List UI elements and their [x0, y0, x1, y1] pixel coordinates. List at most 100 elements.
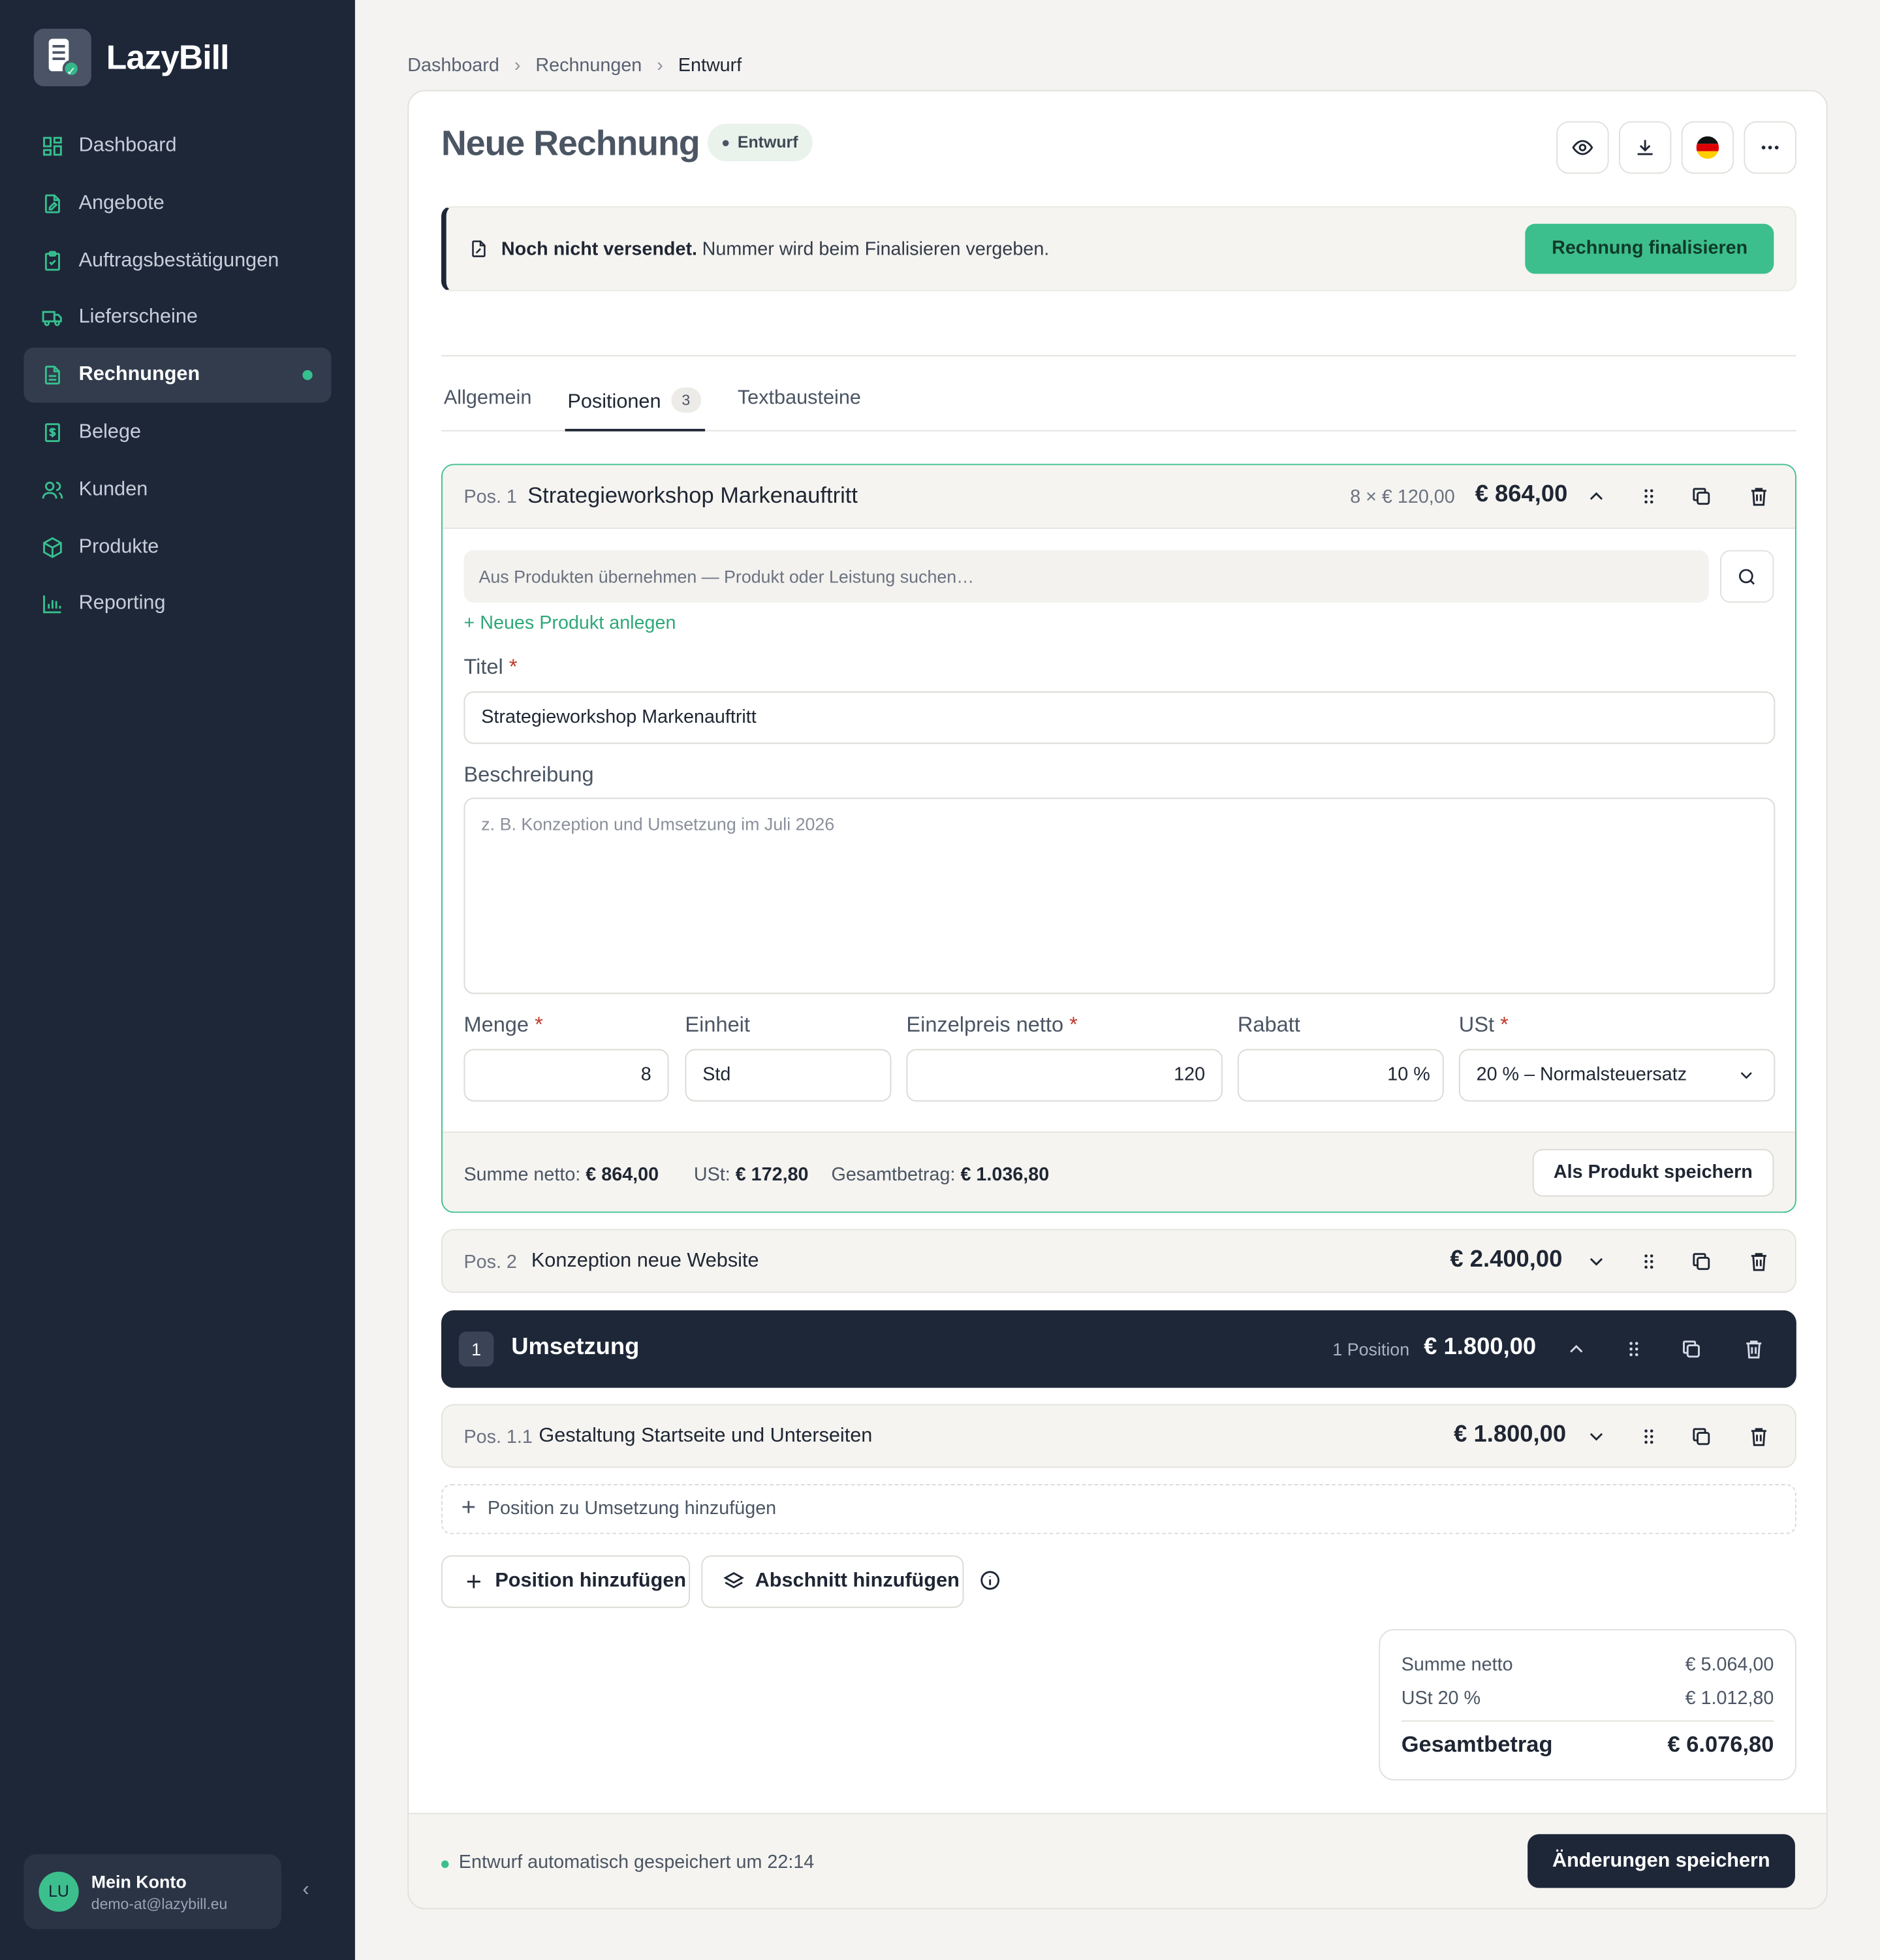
add-position-button[interactable]: Position hinzufügen	[441, 1555, 691, 1608]
chevron-right-icon: ›	[657, 55, 663, 76]
tab-allgemein[interactable]: Allgemein	[444, 388, 532, 432]
language-button[interactable]	[1681, 121, 1734, 174]
sidebar-item-auftragsbestaetigungen[interactable]: Auftragsbestätigungen	[24, 233, 331, 288]
sidebar-item-kunden[interactable]: Kunden	[24, 462, 331, 517]
position-number: Pos. 1	[463, 486, 517, 508]
breadcrumb-current: Entwurf	[678, 55, 742, 76]
duplicate-icon[interactable]	[1679, 1336, 1704, 1361]
chevron-up-icon[interactable]	[1564, 1336, 1589, 1361]
file-draft-icon	[469, 239, 501, 259]
truck-icon	[41, 307, 63, 329]
chevron-down-icon[interactable]	[1584, 1249, 1608, 1274]
sidebar-item-belege[interactable]: Belege	[24, 405, 331, 460]
position-item[interactable]: Pos. 1.1 Gestaltung Startseite und Unter…	[441, 1404, 1796, 1468]
divider	[1401, 1720, 1774, 1722]
grid-icon	[41, 135, 63, 157]
sidebar-item-lieferscheine[interactable]: Lieferscheine	[24, 291, 331, 345]
more-button[interactable]	[1744, 121, 1796, 174]
position-title: Strategieworkshop Markenauftritt	[527, 482, 858, 508]
position-title: Gestaltung Startseite und Unterseiten	[539, 1425, 873, 1447]
quantity-input[interactable]: 8	[463, 1049, 669, 1102]
product-search-input[interactable]: Aus Produkten übernehmen — Produkt oder …	[463, 550, 1709, 603]
trash-icon[interactable]	[1746, 484, 1771, 509]
plus-icon: +	[463, 612, 480, 634]
brand[interactable]: ✓ LazyBill	[33, 29, 229, 87]
required-marker: *	[509, 655, 518, 679]
drag-handle-icon[interactable]	[1622, 1336, 1646, 1361]
tab-count-badge: 3	[670, 387, 701, 413]
position-amount: € 2.400,00	[1450, 1246, 1563, 1273]
sidebar-item-angebote[interactable]: Angebote	[24, 176, 331, 231]
save-changes-button[interactable]: Änderungen speichern	[1527, 1834, 1795, 1888]
sidebar-item-label: Auftragsbestätigungen	[78, 249, 279, 271]
totals-value: € 6.076,80	[1667, 1731, 1774, 1757]
sidebar-item-produkte[interactable]: Produkte	[24, 520, 331, 575]
chevron-up-icon[interactable]	[1584, 484, 1608, 509]
sidebar-item-label: Dashboard	[78, 134, 177, 157]
sum-netto: Summe netto: € 864,00	[463, 1164, 659, 1186]
position-header[interactable]: Pos. 1 Strategieworkshop Markenauftritt …	[442, 465, 1795, 530]
collapse-sidebar-icon[interactable]: ‹	[302, 1879, 309, 1901]
add-position-to-section-button[interactable]: Position zu Umsetzung hinzufügen	[441, 1484, 1796, 1534]
breadcrumb-dashboard[interactable]: Dashboard	[407, 55, 499, 76]
new-product-link[interactable]: + Neues Produkt anlegen	[463, 612, 676, 634]
eye-icon	[1571, 136, 1593, 159]
tabs: Allgemein Positionen 3 Textbausteine	[441, 383, 1796, 432]
add-section-button[interactable]: Abschnitt hinzufügen	[701, 1555, 964, 1608]
title-input[interactable]: Strategieworkshop Markenauftritt	[463, 691, 1776, 744]
vat-select[interactable]: 20 % – Normalsteuersatz	[1458, 1049, 1776, 1102]
german-flag-icon	[1696, 136, 1719, 159]
drag-handle-icon[interactable]	[1637, 1424, 1661, 1449]
sum-value: € 864,00	[586, 1163, 659, 1186]
description-label: Beschreibung	[463, 763, 594, 787]
invoice-icon	[41, 364, 63, 387]
tab-positionen[interactable]: Positionen 3	[565, 387, 706, 432]
discount-input[interactable]: 10 %	[1237, 1049, 1444, 1102]
sum-label: Gesamtbetrag:	[831, 1163, 956, 1186]
sum-value: € 1.036,80	[960, 1163, 1050, 1186]
search-button[interactable]	[1720, 550, 1774, 603]
label-text: Einzelpreis netto	[906, 1013, 1064, 1037]
tab-label: Allgemein	[443, 387, 532, 409]
totals-value: € 5.064,00	[1685, 1654, 1774, 1676]
finalize-invoice-button[interactable]: Rechnung finalisieren	[1525, 223, 1774, 274]
button-label: Position hinzufügen	[495, 1570, 687, 1592]
drag-handle-icon[interactable]	[1637, 484, 1661, 509]
account-button[interactable]: LU Mein Konto demo-at@lazybill.eu	[24, 1854, 281, 1929]
unit-price-label: Einzelpreis netto *	[906, 1013, 1077, 1037]
duplicate-icon[interactable]	[1689, 1249, 1714, 1274]
duplicate-icon[interactable]	[1689, 484, 1714, 509]
description-textarea[interactable]: z. B. Konzeption und Umsetzung im Juli 2…	[463, 797, 1776, 994]
position-amount: € 864,00	[1475, 481, 1568, 508]
download-button[interactable]	[1618, 121, 1672, 174]
info-icon[interactable]	[979, 1569, 1001, 1591]
totals-netto-row: Summe netto € 5.064,00	[1402, 1654, 1774, 1676]
position-item[interactable]: Pos. 2 Konzeption neue Website € 2.400,0…	[441, 1229, 1796, 1293]
bar-chart-icon	[41, 593, 63, 615]
drag-handle-icon[interactable]	[1637, 1249, 1661, 1274]
save-as-product-button[interactable]: Als Produkt speichern	[1532, 1148, 1774, 1197]
trash-icon[interactable]	[1746, 1424, 1771, 1449]
sidebar-item-rechnungen[interactable]: Rechnungen	[24, 347, 332, 403]
sidebar-item-label: Kunden	[78, 479, 148, 500]
sidebar-item-dashboard[interactable]: Dashboard	[24, 119, 331, 174]
unit-input[interactable]: Std	[685, 1049, 892, 1102]
duplicate-icon[interactable]	[1689, 1424, 1714, 1449]
preview-button[interactable]	[1556, 121, 1609, 174]
account-email: demo-at@lazybill.eu	[91, 1895, 228, 1912]
breadcrumb-rechnungen[interactable]: Rechnungen	[535, 55, 642, 76]
sum-value: € 172,80	[735, 1163, 809, 1186]
trash-icon[interactable]	[1742, 1336, 1766, 1361]
breadcrumb: Dashboard › Rechnungen › Entwurf	[407, 55, 742, 76]
section-header[interactable]: 1 Umsetzung 1 Position € 1.800,00	[441, 1310, 1796, 1388]
unit-price-input[interactable]: 120	[906, 1049, 1223, 1102]
trash-icon[interactable]	[1746, 1249, 1771, 1274]
sidebar-item-reporting[interactable]: Reporting	[24, 577, 331, 632]
totals-label: Summe netto	[1401, 1654, 1513, 1676]
tab-textbausteine[interactable]: Textbausteine	[738, 388, 861, 432]
position-amount: € 1.800,00	[1454, 1421, 1567, 1448]
account-name: Mein Konto	[91, 1871, 187, 1891]
chevron-down-icon[interactable]	[1584, 1424, 1608, 1449]
search-icon	[1736, 566, 1758, 588]
more-horizontal-icon	[1759, 136, 1781, 159]
